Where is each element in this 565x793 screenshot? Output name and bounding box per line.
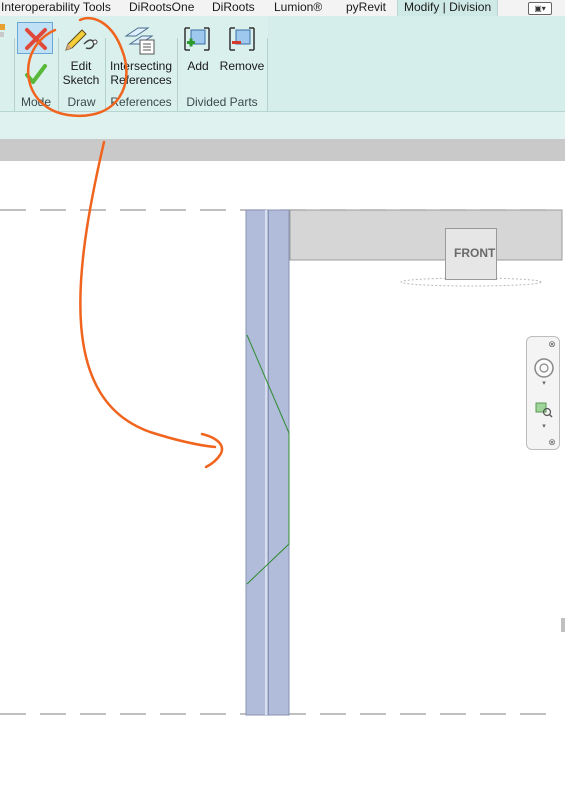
tab-modify-division[interactable]: Modify | Division — [397, 0, 499, 16]
intersecting-references-label-line1: Intersecting — [109, 59, 173, 73]
nav-options-icon[interactable]: ⊗ — [547, 437, 557, 447]
intersecting-references-button[interactable] — [124, 26, 158, 56]
partial-tool-icon[interactable] — [0, 22, 6, 38]
pencil-sketch-icon — [65, 29, 98, 51]
checkmark-icon — [25, 64, 47, 84]
cancel-x-icon — [25, 28, 47, 50]
ribbon-tab-bar: Interoperability Tools DiRootsOne DiRoot… — [0, 0, 565, 16]
remove-label: Remove — [219, 59, 265, 73]
scrollbar-marker[interactable] — [561, 618, 565, 632]
viewcube[interactable]: FRONT — [445, 228, 497, 280]
viewcube-face-label: FRONT — [454, 246, 496, 260]
options-bar — [0, 111, 565, 139]
add-part-icon — [184, 27, 210, 51]
panel-label-mode: Mode — [20, 95, 52, 109]
remove-part-icon — [229, 27, 255, 51]
cancel-edit-mode-button[interactable] — [17, 22, 53, 54]
tab-dirootsone[interactable]: DiRootsOne — [129, 0, 194, 16]
tab-diroots[interactable]: DiRoots — [212, 0, 255, 16]
edit-sketch-label-line1: Edit — [70, 59, 92, 73]
edit-sketch-button[interactable] — [62, 24, 100, 54]
add-divided-part-button[interactable] — [181, 24, 213, 54]
tab-lumion[interactable]: Lumion® — [274, 0, 322, 16]
finish-edit-mode-button[interactable] — [17, 58, 53, 90]
navigation-bar: ⊗ ▾ ▾ ⊗ — [526, 336, 560, 450]
tab-interoperability-tools[interactable]: Interoperability Tools — [1, 0, 111, 16]
panel-label-references: References — [110, 95, 172, 109]
zoom-region-icon[interactable] — [534, 401, 554, 419]
ribbon-minimize-dropdown[interactable]: ▣▾ — [528, 2, 552, 15]
panel-label-draw: Draw — [67, 95, 96, 109]
add-label: Add — [187, 59, 209, 73]
panel-label-divided-parts: Divided Parts — [186, 95, 258, 109]
chevron-down-icon[interactable]: ▾ — [538, 423, 550, 431]
remove-divided-part-button[interactable] — [226, 24, 258, 54]
chevron-down-icon[interactable]: ▾ — [538, 380, 550, 388]
intersecting-references-icon — [124, 27, 155, 55]
tab-pyrevit[interactable]: pyRevit — [346, 0, 386, 16]
close-icon[interactable]: ⊗ — [547, 339, 557, 349]
view-tab-strip — [0, 139, 565, 161]
steering-wheel-icon[interactable] — [533, 357, 555, 379]
intersecting-references-label-line2: References — [110, 73, 172, 87]
edit-sketch-label-line2: Sketch — [62, 73, 100, 87]
